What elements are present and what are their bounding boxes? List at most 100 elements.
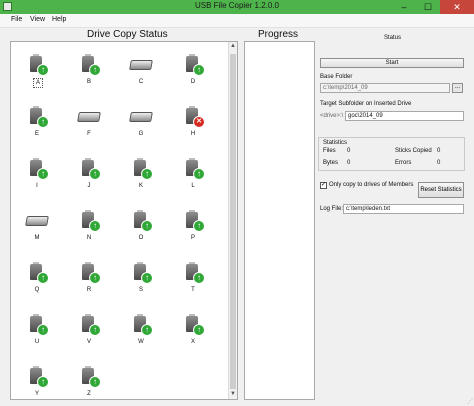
files-value: 0 <box>347 148 351 154</box>
target-subfolder-label: Target Subfolder on Inserted Drive <box>320 101 412 107</box>
drive-letter-label: I <box>36 183 38 189</box>
usb-drive-icon: ↑ <box>182 54 205 76</box>
upload-arrow-icon: ↑ <box>89 376 101 388</box>
drive-v[interactable]: ↑ V <box>71 312 107 352</box>
usb-drive-icon: ↑ <box>182 158 205 180</box>
drive-prefix-label: <drive>:\ <box>320 113 344 119</box>
drive-m[interactable]: M <box>19 208 55 248</box>
upload-arrow-icon: ↑ <box>89 220 101 232</box>
drive-letter-label: C <box>138 79 144 85</box>
drive-letter-label: M <box>34 235 40 241</box>
drive-p[interactable]: ↑ P <box>175 208 211 248</box>
usb-drive-icon: ↑ <box>78 210 101 232</box>
drive-letter-label: W <box>138 339 144 345</box>
upload-arrow-icon: ↑ <box>141 324 153 336</box>
scroll-down-icon[interactable]: ▼ <box>229 390 237 399</box>
minimize-button[interactable]: – <box>392 0 416 14</box>
upload-arrow-icon: ↑ <box>193 168 205 180</box>
upload-arrow-icon: ↑ <box>141 272 153 284</box>
upload-arrow-icon: ↑ <box>37 116 49 128</box>
drive-s[interactable]: ↑ S <box>123 260 159 300</box>
upload-arrow-icon: ↑ <box>193 272 205 284</box>
upload-arrow-icon: ↑ <box>89 168 101 180</box>
errors-label: Errors <box>395 160 412 166</box>
log-file-label: Log File: <box>320 206 344 212</box>
drive-grid-panel: ↑ A ↑ B C ↑ D ↑ E F G ✕ H ↑ I ↑ J ↑ K ↑ L M ↑ N ↑ O ↑ P ↑ Q ↑ R ↑ S ↑ T ↑ U ↑ V… <box>10 41 238 400</box>
upload-arrow-icon: ↑ <box>89 324 101 336</box>
resize-grip-icon[interactable]: ⋰ <box>467 398 473 405</box>
usb-drive-icon: ↑ <box>26 158 49 180</box>
usb-drive-icon: ↑ <box>130 262 153 284</box>
menu-file[interactable]: File <box>11 16 22 23</box>
usb-drive-icon: ↑ <box>26 262 49 284</box>
errors-value: 0 <box>437 160 441 166</box>
scroll-thumb[interactable] <box>230 54 236 389</box>
scroll-up-icon[interactable]: ▲ <box>229 42 237 51</box>
drive-b[interactable]: ↑ B <box>71 52 107 92</box>
maximize-button[interactable]: ☐ <box>416 0 440 14</box>
hard-drive-icon <box>77 106 101 126</box>
base-folder-field[interactable]: c:\temp\2014_09 <box>320 83 450 93</box>
log-file-field[interactable]: c:\temp\leden.txt <box>343 204 464 214</box>
drive-l[interactable]: ↑ L <box>175 156 211 196</box>
drive-e[interactable]: ↑ E <box>19 104 55 144</box>
progress-panel <box>244 41 315 400</box>
drive-k[interactable]: ↑ K <box>123 156 159 196</box>
browse-button[interactable]: ... <box>452 83 463 93</box>
bytes-value: 0 <box>347 160 351 166</box>
bytes-label: Bytes <box>323 160 339 166</box>
drive-f[interactable]: F <box>71 104 107 144</box>
close-button[interactable]: ✕ <box>440 0 474 14</box>
drive-letter-label: O <box>138 235 144 241</box>
drive-letter-label: A <box>33 78 43 88</box>
hard-drive-icon <box>25 210 49 230</box>
drive-o[interactable]: ↑ O <box>123 208 159 248</box>
drive-y[interactable]: ↑ Y <box>19 364 55 399</box>
members-only-checkbox[interactable]: ✓ <box>320 182 327 189</box>
usb-drive-icon: ↑ <box>26 106 49 128</box>
start-button[interactable]: Start <box>320 58 464 68</box>
menu-view[interactable]: View <box>30 16 45 23</box>
upload-arrow-icon: ↑ <box>193 220 205 232</box>
drive-letter-label: R <box>86 287 92 293</box>
progress-title: Progress <box>258 29 299 40</box>
reset-statistics-button[interactable]: Reset Statistics <box>418 182 464 198</box>
drive-t[interactable]: ↑ T <box>175 260 211 300</box>
statistics-title: Statistics <box>323 140 348 146</box>
drive-letter-label: X <box>190 339 195 345</box>
drive-letter-label: Y <box>34 391 39 397</box>
base-folder-label: Base Folder <box>320 74 353 80</box>
usb-drive-icon: ↑ <box>78 262 101 284</box>
drive-z[interactable]: ↑ Z <box>71 364 107 399</box>
drive-w[interactable]: ↑ W <box>123 312 159 352</box>
usb-drive-icon: ↑ <box>78 314 101 336</box>
drive-c[interactable]: C <box>123 52 159 92</box>
drive-letter-label: L <box>191 183 195 189</box>
drive-u[interactable]: ↑ U <box>19 312 55 352</box>
drive-d[interactable]: ↑ D <box>175 52 211 92</box>
menu-help[interactable]: Help <box>52 16 66 23</box>
usb-drive-icon: ↑ <box>26 366 49 388</box>
usb-drive-icon: ↑ <box>182 314 205 336</box>
hard-drive-icon <box>129 54 153 74</box>
upload-arrow-icon: ↑ <box>37 324 49 336</box>
drive-j[interactable]: ↑ J <box>71 156 107 196</box>
drive-n[interactable]: ↑ N <box>71 208 107 248</box>
drive-q[interactable]: ↑ Q <box>19 260 55 300</box>
usb-drive-icon: ↑ <box>78 366 101 388</box>
usb-drive-icon: ↑ <box>182 210 205 232</box>
files-label: Files <box>323 148 336 154</box>
drive-letter-label: S <box>138 287 143 293</box>
usb-drive-icon: ↑ <box>78 158 101 180</box>
drive-i[interactable]: ↑ I <box>19 156 55 196</box>
drive-x[interactable]: ↑ X <box>175 312 211 352</box>
target-subfolder-field[interactable]: goc\2014_09 <box>345 111 464 121</box>
vertical-scrollbar[interactable]: ▲ ▼ <box>228 42 237 399</box>
drive-letter-label: Q <box>34 287 40 293</box>
error-badge-icon: ✕ <box>193 116 205 128</box>
drive-g[interactable]: G <box>123 104 159 144</box>
drive-a[interactable]: ↑ A <box>19 52 55 92</box>
drive-r[interactable]: ↑ R <box>71 260 107 300</box>
statistics-group: Statistics Files 0 Sticks Copied 0 Bytes… <box>318 137 465 171</box>
drive-h[interactable]: ✕ H <box>175 104 211 144</box>
